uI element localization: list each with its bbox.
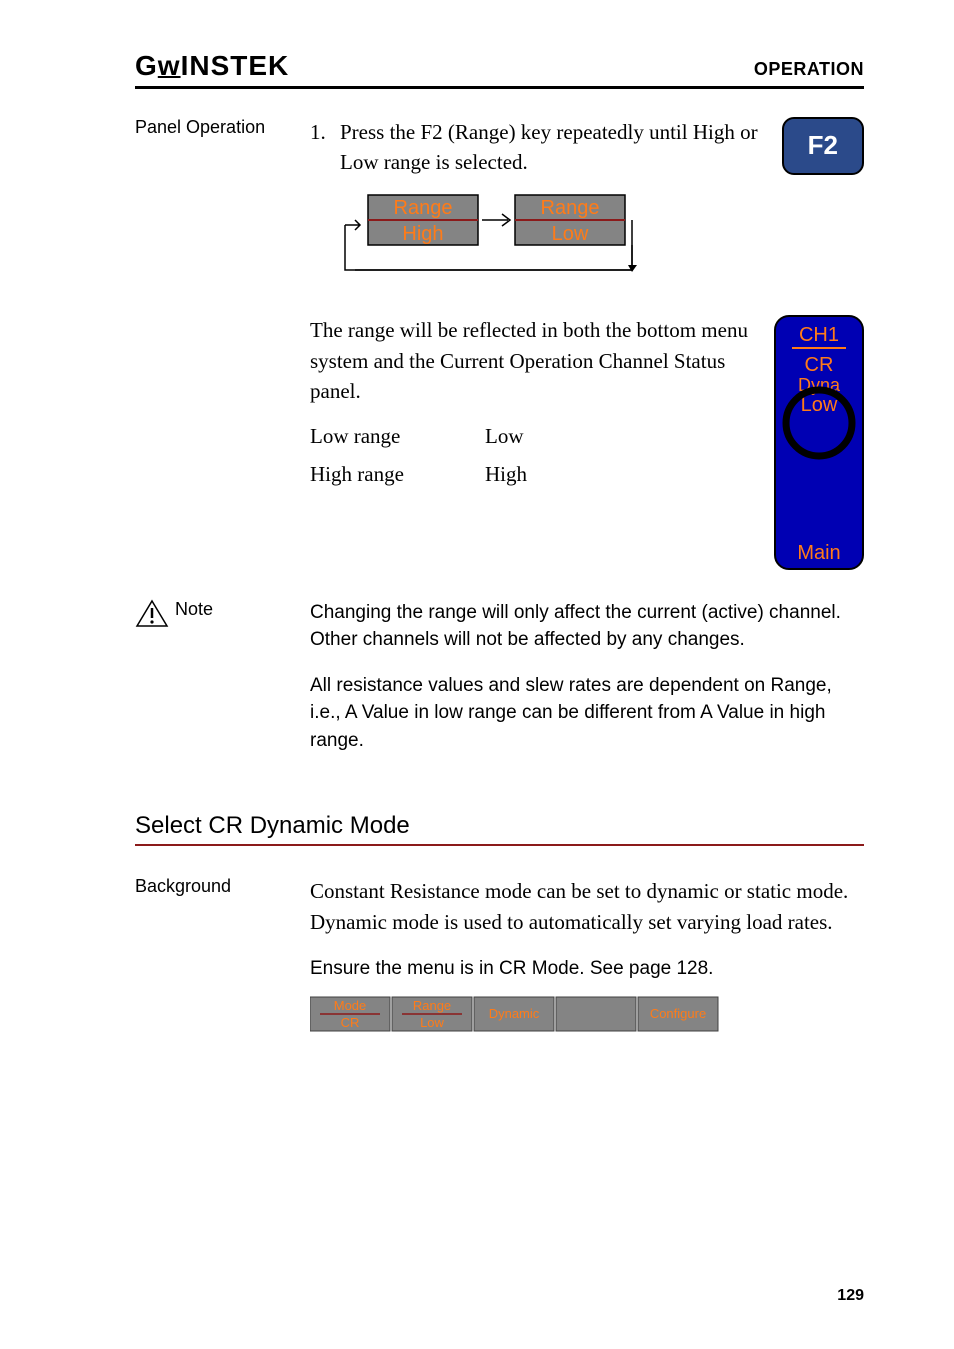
- range-high: High: [402, 223, 443, 245]
- high-range-val: High: [485, 459, 527, 489]
- svg-text:CR: CR: [805, 354, 834, 376]
- svg-text:Mode: Mode: [334, 998, 367, 1013]
- f2-key: F2: [782, 117, 864, 175]
- svg-text:CR: CR: [341, 1015, 360, 1030]
- high-range-label: High range: [310, 459, 485, 489]
- svg-text:Low: Low: [801, 394, 838, 416]
- warning-icon: [135, 599, 169, 629]
- svg-text:Dynamic: Dynamic: [489, 1006, 540, 1021]
- range-label-2: Range: [541, 197, 600, 219]
- low-range-val: Low: [485, 421, 524, 451]
- range-label: Range: [394, 197, 453, 219]
- range-low: Low: [552, 223, 589, 245]
- note-p1: Changing the range will only affect the …: [310, 599, 864, 654]
- heading-rule: [135, 844, 864, 846]
- step-text: Press the F2 (Range) key repeatedly unti…: [340, 117, 762, 178]
- svg-text:Configure: Configure: [650, 1006, 706, 1021]
- svg-text:Main: Main: [797, 542, 840, 564]
- note-p2: All resistance values and slew rates are…: [310, 672, 864, 755]
- channel-status-panel: CH1 CR Dyna Low Main: [774, 315, 864, 578]
- cr-dynamic-heading: Select CR Dynamic Mode: [135, 812, 864, 840]
- background-label: Background: [135, 876, 310, 1043]
- range-toggle-diagram: Range High Range Low: [340, 190, 864, 293]
- background-text: Constant Resistance mode can be set to d…: [310, 876, 864, 937]
- svg-text:Range: Range: [413, 998, 451, 1013]
- note-label: Note: [175, 599, 213, 620]
- page-number: 129: [837, 1287, 864, 1305]
- step-number: 1.: [310, 117, 340, 178]
- low-range-label: Low range: [310, 421, 485, 451]
- brand-logo: GwINSTEK: [135, 50, 289, 82]
- panel-operation-label: Panel Operation: [135, 117, 310, 579]
- svg-text:Low: Low: [420, 1015, 444, 1030]
- menu-strip: Mode CR Range Low Dynamic Configure: [310, 995, 864, 1043]
- svg-text:CH1: CH1: [799, 324, 839, 346]
- section-label: OPERATION: [754, 59, 864, 80]
- reflect-text: The range will be reflected in both the …: [310, 315, 754, 406]
- ensure-text: Ensure the menu is in CR Mode. See page …: [310, 955, 864, 983]
